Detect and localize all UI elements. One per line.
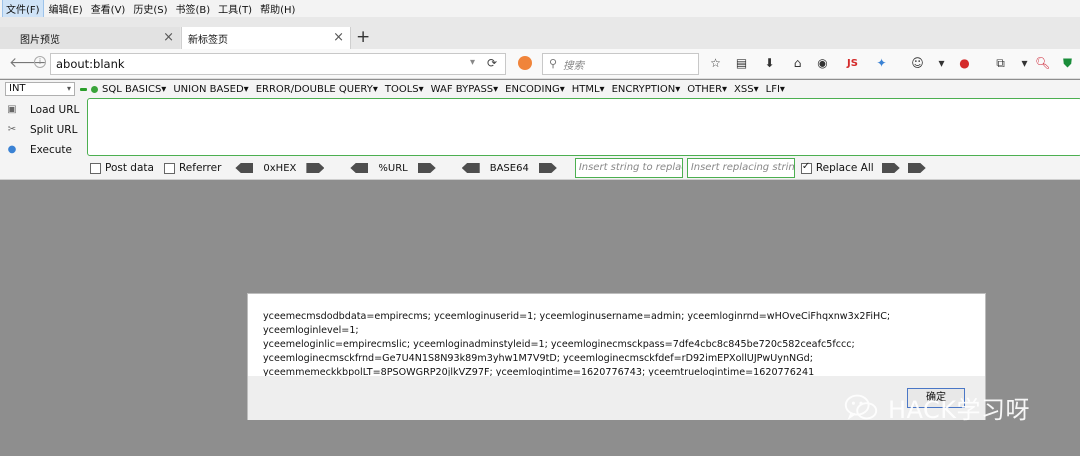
- hackbar-panel: INT ▾ SQL BASICS▾ UNION BASED▾ ERROR/DOU…: [0, 80, 1080, 180]
- hackbar-actions: ▣ Load URL ✂ Split URL ● Execute: [6, 100, 86, 160]
- alert-line: yceemloginecmsckfrnd=Ge7U4N1S8N93k89m3yh…: [263, 353, 813, 364]
- menu-xss[interactable]: XSS▾: [734, 84, 759, 95]
- menu-view[interactable]: 查看(V): [88, 0, 129, 17]
- menu-error-double-query[interactable]: ERROR/DOUBLE QUERY▾: [256, 84, 378, 95]
- close-icon[interactable]: ×: [333, 30, 344, 45]
- menu-html[interactable]: HTML▾: [572, 84, 605, 95]
- replace-all-label: Replace All: [815, 162, 874, 174]
- menu-other[interactable]: OTHER▾: [687, 84, 727, 95]
- hackbar-url-textarea[interactable]: [87, 98, 1080, 156]
- replace-arrow-icon[interactable]: [881, 163, 900, 173]
- menu-help[interactable]: 帮助(H): [257, 0, 298, 17]
- plus-indicator-icon[interactable]: [91, 85, 98, 93]
- download-arrow-icon[interactable]: ⬇: [762, 56, 777, 71]
- url-encode-arrow-icon[interactable]: [417, 163, 436, 173]
- tab-image-preview[interactable]: 图片预览 ×: [0, 27, 180, 49]
- referrer-checkbox[interactable]: [163, 162, 175, 174]
- menu-waf-bypass[interactable]: WAF BYPASS▾: [431, 84, 498, 95]
- reload-icon[interactable]: ⟳: [487, 56, 497, 70]
- menu-history[interactable]: 历史(S): [130, 0, 170, 17]
- navigation-bar: 🡐 i about:blank ▾ ⟳ ⚲ 搜索 ☆ ▤ ⬇ ⌂ ◉ JS ✦ …: [0, 49, 1080, 79]
- search-placeholder: 搜索: [563, 60, 584, 72]
- hackbar-menu: SQL BASICS▾ UNION BASED▾ ERROR/DOUBLE QU…: [80, 82, 792, 96]
- info-icon[interactable]: i: [34, 56, 46, 68]
- referrer-label: Referrer: [178, 162, 222, 174]
- chevron-down-icon[interactable]: ▾: [470, 57, 475, 68]
- type-select-value: INT: [9, 83, 26, 94]
- bookmark-star-icon[interactable]: ☆: [708, 56, 723, 71]
- wechat-logo-icon: [844, 394, 878, 420]
- tab-new-tab[interactable]: 新标签页 ×: [181, 27, 351, 49]
- replacing-string-input[interactable]: Insert replacing string: [686, 158, 795, 178]
- alert-line: yceemecmsdodbdata=empirecms; yceemloginu…: [263, 311, 891, 336]
- screenshot-icon[interactable]: ⧉: [993, 56, 1008, 71]
- tab-title: 图片预览: [20, 34, 60, 46]
- alert-line: yceemeloginlic=empirecmslic; yceemlogina…: [263, 339, 855, 350]
- tab-bar: 图片预览 × 新标签页 × +: [0, 17, 1080, 49]
- search-icon: ⚲: [549, 57, 558, 70]
- globe-icon[interactable]: ◉: [815, 56, 830, 71]
- menu-tools[interactable]: TOOLS▾: [385, 84, 424, 95]
- base64-decode-arrow-icon[interactable]: [461, 163, 480, 173]
- execute-icon: ●: [7, 144, 17, 155]
- replace-all-checkbox[interactable]: [800, 161, 812, 174]
- replace-back-arrow-icon[interactable]: [907, 163, 926, 173]
- load-url-button[interactable]: ▣ Load URL: [6, 100, 86, 120]
- home-icon[interactable]: ⌂: [790, 56, 805, 71]
- palette-icon[interactable]: ☺: [910, 56, 925, 71]
- stop-icon[interactable]: [518, 56, 532, 70]
- search-box[interactable]: ⚲ 搜索: [542, 53, 699, 75]
- reader-list-icon[interactable]: ▤: [734, 56, 749, 71]
- menu-union-based[interactable]: UNION BASED▾: [173, 84, 248, 95]
- menu-edit[interactable]: 编辑(E): [46, 0, 86, 17]
- execute-button[interactable]: ● Execute: [6, 140, 86, 160]
- execute-label: Execute: [30, 144, 72, 156]
- chevron-down-icon[interactable]: ▾: [934, 56, 949, 71]
- zoom-icon[interactable]: 🔍︎: [1035, 56, 1050, 71]
- load-url-label: Load URL: [30, 104, 80, 116]
- extension-icon[interactable]: ✦: [874, 56, 889, 71]
- chevron-down-icon: ▾: [66, 84, 71, 93]
- menu-bookmarks[interactable]: 书签(B): [173, 0, 214, 17]
- url-decode-arrow-icon[interactable]: [350, 163, 369, 173]
- hex-encode-arrow-icon[interactable]: [306, 163, 325, 173]
- tab-title: 新标签页: [188, 34, 228, 46]
- post-data-label: Post data: [105, 162, 154, 174]
- menu-encoding[interactable]: ENCODING▾: [505, 84, 565, 95]
- menu-bar: 文件(F) 编辑(E) 查看(V) 历史(S) 书签(B) 工具(T) 帮助(H…: [0, 0, 1080, 18]
- menu-lfi[interactable]: LFI▾: [766, 84, 785, 95]
- url-encode-label: %URL: [378, 162, 408, 174]
- menu-sql-basics[interactable]: SQL BASICS▾: [102, 84, 166, 95]
- menu-file[interactable]: 文件(F): [2, 0, 44, 18]
- chevron-down-icon[interactable]: ▾: [1017, 56, 1032, 71]
- alert-message: yceemecmsdodbdata=empirecms; yceemloginu…: [263, 310, 973, 380]
- load-icon: ▣: [7, 104, 17, 115]
- hackbar-options: Post data Referrer 0xHEX %URL BASE64 Ins…: [90, 158, 930, 178]
- split-icon: ✂: [7, 124, 17, 135]
- new-tab-plus-icon[interactable]: +: [356, 27, 370, 47]
- back-arrow-icon[interactable]: 🡐: [9, 55, 47, 71]
- split-url-label: Split URL: [30, 124, 78, 136]
- shield-icon[interactable]: ⛊: [1060, 56, 1075, 71]
- insert-string-input[interactable]: Insert string to replace: [574, 158, 683, 178]
- hex-decode-arrow-icon[interactable]: [235, 163, 254, 173]
- menu-encryption[interactable]: ENCRYPTION▾: [612, 84, 681, 95]
- post-data-checkbox[interactable]: [90, 162, 101, 174]
- hex-label: 0xHEX: [263, 162, 297, 174]
- js-switch-icon[interactable]: JS: [845, 56, 860, 71]
- type-select[interactable]: INT ▾: [5, 82, 75, 96]
- watermark-text: HACK学习呀: [888, 395, 1031, 424]
- menu-tools[interactable]: 工具(T): [215, 0, 255, 17]
- base64-label: BASE64: [489, 162, 529, 174]
- url-text[interactable]: about:blank: [56, 57, 125, 71]
- watermark: HACK学习呀: [842, 388, 1030, 426]
- red-addon-icon[interactable]: ●: [957, 56, 972, 71]
- split-url-button[interactable]: ✂ Split URL: [6, 120, 86, 140]
- base64-encode-arrow-icon[interactable]: [538, 163, 557, 173]
- close-icon[interactable]: ×: [163, 30, 174, 45]
- url-bar[interactable]: about:blank ▾ ⟳: [50, 53, 506, 75]
- minus-indicator-icon[interactable]: [80, 87, 87, 91]
